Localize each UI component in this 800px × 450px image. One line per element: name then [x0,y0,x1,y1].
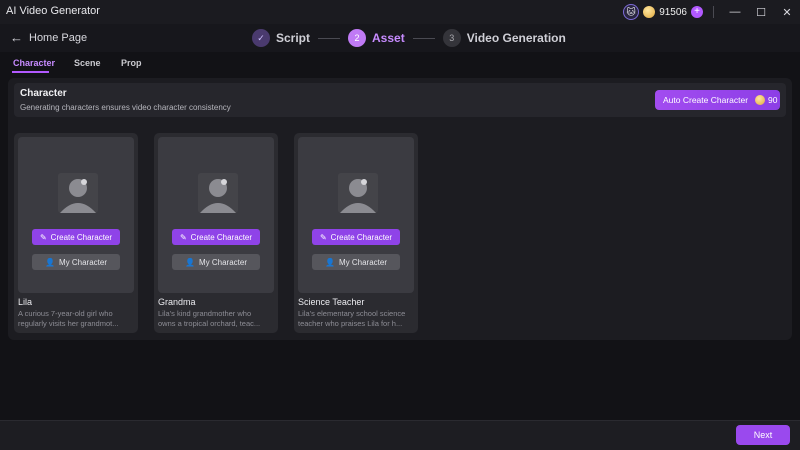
my-character-button[interactable]: 👤 My Character [172,254,260,270]
title-bar: AI Video Generator 🐱 91506 + — ☐ ✕ [0,0,800,24]
active-tab-underline [12,71,49,73]
character-name: Lila [18,297,33,307]
person-placeholder-icon [58,173,98,213]
next-button[interactable]: Next [736,425,790,445]
section-subtitle: Generating characters ensures video char… [20,103,231,112]
create-character-label: Create Character [50,232,113,242]
auto-create-label: Auto Create Character [663,95,749,105]
tab-character[interactable]: Character [13,58,55,68]
user-icon: 👤 [185,257,195,267]
character-image-placeholder: ✎ Create Character 👤 My Character [158,137,274,293]
create-character-button[interactable]: ✎ Create Character [32,229,120,245]
character-image-placeholder: ✎ Create Character 👤 My Character [298,137,414,293]
create-character-label: Create Character [330,232,393,242]
pencil-icon: ✎ [319,232,327,242]
character-image-placeholder: ✎ Create Character 👤 My Character [18,137,134,293]
pencil-icon: ✎ [179,232,187,242]
user-icon: 👤 [45,257,55,267]
avatar[interactable]: 🐱 [623,4,640,20]
footer-bar [0,420,800,450]
back-label: Home Page [29,31,88,44]
person-placeholder-icon [338,173,378,213]
character-name: Science Teacher [298,297,365,307]
my-character-label: My Character [198,257,247,267]
character-description-line: Lila's elementary school science [298,309,406,318]
divider [713,6,714,18]
create-character-button[interactable]: ✎ Create Character [312,229,400,245]
create-character-button[interactable]: ✎ Create Character [172,229,260,245]
auto-create-cost: 90 [768,95,778,105]
my-character-button[interactable]: 👤 My Character [312,254,400,270]
user-icon: 👤 [325,257,335,267]
close-button[interactable]: ✕ [774,0,800,24]
back-link[interactable]: ← Home Page [10,30,87,45]
person-placeholder-icon [198,173,238,213]
maximize-button[interactable]: ☐ [748,0,774,24]
credits-count: 91506 [659,6,687,18]
character-description-line: regularly visits her grandmot... [18,319,119,328]
check-icon: ✓ [252,29,270,47]
add-credits-button[interactable]: + [691,6,703,18]
step-connector [412,37,435,39]
arrow-left-icon: ← [10,30,23,45]
my-character-label: My Character [58,257,107,267]
title-bar-right: 🐱 91506 + — ☐ ✕ [623,0,800,24]
character-description: Lila's elementary school science teacher… [298,309,414,329]
section-title: Character [20,88,67,99]
character-name: Grandma [158,297,196,307]
my-character-button[interactable]: 👤 My Character [32,254,120,270]
tab-prop[interactable]: Prop [121,58,142,68]
character-description-line: owns a tropical orchard, teac... [158,319,261,328]
coin-icon [755,95,766,105]
character-description-line: A curious 7-year-old girl who [18,309,113,318]
character-description: Lila's kind grandmother who owns a tropi… [158,309,274,329]
character-card-lila: ✎ Create Character 👤 My Character Lila A… [14,133,138,333]
step-script-label[interactable]: Script [276,31,310,45]
character-card-science-teacher: ✎ Create Character 👤 My Character Scienc… [294,133,418,333]
tab-scene[interactable]: Scene [74,58,101,68]
pencil-icon: ✎ [39,232,47,242]
character-card-grandma: ✎ Create Character 👤 My Character Grandm… [154,133,278,333]
minimize-button[interactable]: — [722,0,748,24]
character-description-line: teacher who praises Lila for h... [298,319,403,328]
step-video-label[interactable]: Video Generation [467,31,566,45]
app-title: AI Video Generator [6,5,100,17]
step-connector [318,37,341,39]
my-character-label: My Character [338,257,387,267]
step-asset-label[interactable]: Asset [372,31,405,45]
step-video-number: 3 [442,29,461,47]
auto-create-character-button[interactable]: Auto Create Character 90 [655,90,780,110]
create-character-label: Create Character [190,232,253,242]
step-indicator: ✓ Script 2 Asset 3 Video Generation [252,28,566,48]
top-nav: ← Home Page ✓ Script 2 Asset 3 Video Gen… [0,24,800,52]
step-asset-number: 2 [348,29,367,47]
asset-tabs: Character Scene Prop [0,52,800,74]
character-description-line: Lila's kind grandmother who [158,309,252,318]
coin-icon [643,6,656,18]
character-description: A curious 7-year-old girl who regularly … [18,309,134,329]
